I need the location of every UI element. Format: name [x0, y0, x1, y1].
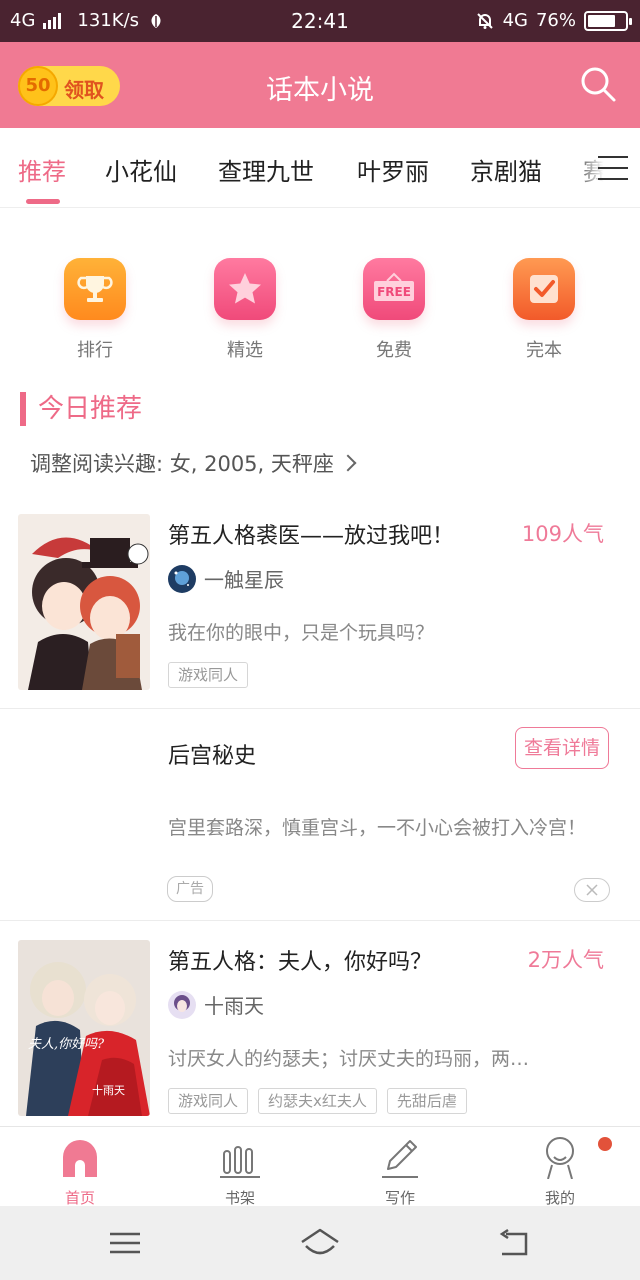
tab-yeluoli[interactable]: 叶罗丽: [357, 152, 429, 187]
free-sign-icon: FREE: [363, 258, 425, 320]
book-tag[interactable]: 游戏同人: [168, 662, 249, 688]
ad-badge: 广告: [167, 876, 213, 902]
book-cover-image: [18, 514, 150, 690]
interest-adjust-link[interactable]: 调整阅读兴趣: 女, 2005, 天秤座: [30, 448, 357, 478]
tab-xiaohuaxian[interactable]: 小花仙: [105, 152, 177, 187]
status-right: 4G 76%: [475, 10, 632, 31]
checkmark-icon: [513, 258, 575, 320]
star-icon: [214, 258, 276, 320]
app-title: 话本小说: [266, 75, 374, 106]
quick-link-label: 精选: [227, 340, 263, 361]
trophy-icon: [64, 258, 126, 320]
book-tags: 游戏同人: [168, 662, 249, 688]
book-card[interactable]: 夫人,你好吗? 十雨天 第五人格：夫人，你好吗？ 2万人气 十雨天 讨厌女人的约…: [0, 936, 640, 1126]
battery-icon: [584, 10, 632, 31]
close-icon: [586, 884, 598, 896]
author-name: 十雨天: [204, 994, 264, 1018]
pencil-icon: [382, 1140, 418, 1178]
book-tags: 游戏同人 约瑟夫x红夫人 先甜后虐: [168, 1088, 467, 1114]
nav-label: 写作: [384, 1189, 415, 1207]
quick-link-label: 排行: [77, 340, 113, 361]
back-icon[interactable]: [494, 1226, 538, 1260]
home-icon: [63, 1140, 97, 1177]
menu-icon[interactable]: [104, 1226, 148, 1260]
quick-link-featured[interactable]: 精选: [213, 258, 277, 362]
quick-link-completed[interactable]: 完本: [512, 258, 576, 362]
book-card[interactable]: 第五人格裘医——放过我吧！ 109人气 一触星辰 我在你的眼中，只是个玩具吗？ …: [0, 510, 640, 708]
book-author[interactable]: 十雨天: [168, 990, 264, 1019]
mute-bell-icon: [476, 12, 493, 29]
network-type-right: 4G: [502, 10, 528, 31]
battery-percent: 76%: [535, 10, 576, 31]
notification-dot: [598, 1137, 612, 1151]
divider: [0, 920, 640, 921]
book-tag[interactable]: 游戏同人: [168, 1088, 249, 1114]
bookshelf-icon: [220, 1146, 260, 1178]
nav-label: 我的: [544, 1189, 575, 1207]
ad-details-button[interactable]: 查看详情: [515, 727, 609, 769]
tab-chali-jiushi[interactable]: 查理九世: [218, 152, 314, 187]
status-bar: 4G 131K/s 22:41 4G 76%: [0, 0, 640, 42]
book-author[interactable]: 一触星辰: [168, 564, 284, 593]
nav-write[interactable]: 写作: [360, 1135, 440, 1208]
book-title[interactable]: 第五人格：夫人，你好吗？: [168, 944, 432, 976]
quick-link-free[interactable]: FREE 免费: [362, 258, 426, 362]
nav-bookshelf[interactable]: 书架: [200, 1135, 280, 1208]
book-popularity: 2万人气: [527, 948, 604, 972]
quick-link-label: 完本: [526, 340, 562, 361]
search-icon[interactable]: [578, 64, 618, 104]
chevron-right-icon: [339, 454, 357, 472]
ad-description: 宫里套路深，慎重宫斗，一不小心会被打入冷宫！: [168, 817, 587, 839]
system-nav-bar: [0, 1206, 640, 1280]
category-tabs: 推荐 小花仙 查理九世 叶罗丽 京剧猫 赛: [0, 128, 640, 208]
section-title: 今日推荐: [20, 392, 142, 426]
nav-label: 书架: [224, 1189, 255, 1207]
book-popularity: 109人气: [521, 522, 604, 546]
book-description: 我在你的眼中，只是个玩具吗？: [168, 622, 435, 644]
profile-icon: [546, 1137, 574, 1180]
book-title[interactable]: 第五人格裘医——放过我吧！: [168, 518, 454, 550]
tab-recommend[interactable]: 推荐: [18, 152, 66, 187]
interest-text: 调整阅读兴趣: 女, 2005, 天秤座: [30, 452, 334, 476]
book-cover-image: 夫人,你好吗? 十雨天: [18, 940, 150, 1116]
divider: [0, 708, 640, 709]
author-avatar: [168, 564, 196, 593]
cover-author-text: 十雨天: [92, 1083, 125, 1097]
tab-menu-icon[interactable]: [598, 156, 628, 182]
app-header: 50 领取 话本小说: [0, 42, 640, 128]
author-name: 一触星辰: [204, 568, 284, 592]
nav-label: 首页: [64, 1189, 95, 1207]
nav-profile[interactable]: 我的: [520, 1135, 600, 1208]
svg-text:夫人,你好吗?: 夫人,你好吗?: [28, 1037, 105, 1052]
bottom-nav: 首页 书架 写作 我的: [0, 1126, 640, 1208]
book-description: 讨厌女人的约瑟夫；讨厌丈夫的玛丽，两…: [168, 1048, 530, 1070]
nav-home[interactable]: 首页: [40, 1135, 120, 1208]
book-tag[interactable]: 先甜后虐: [386, 1088, 467, 1114]
quick-link-label: 免费: [376, 340, 412, 361]
ad-close-button[interactable]: [574, 878, 610, 902]
free-badge-text: FREE: [377, 285, 411, 299]
battery-fill: [588, 14, 616, 27]
book-tag[interactable]: 约瑟夫x红夫人: [258, 1088, 377, 1114]
tab-jingjumao[interactable]: 京剧猫: [470, 152, 542, 187]
author-avatar: [168, 990, 196, 1019]
quick-link-ranking[interactable]: 排行: [63, 258, 127, 362]
active-tab-indicator: [26, 199, 60, 204]
ad-title[interactable]: 后宫秘史: [168, 738, 256, 770]
home-button-icon[interactable]: [298, 1226, 342, 1260]
